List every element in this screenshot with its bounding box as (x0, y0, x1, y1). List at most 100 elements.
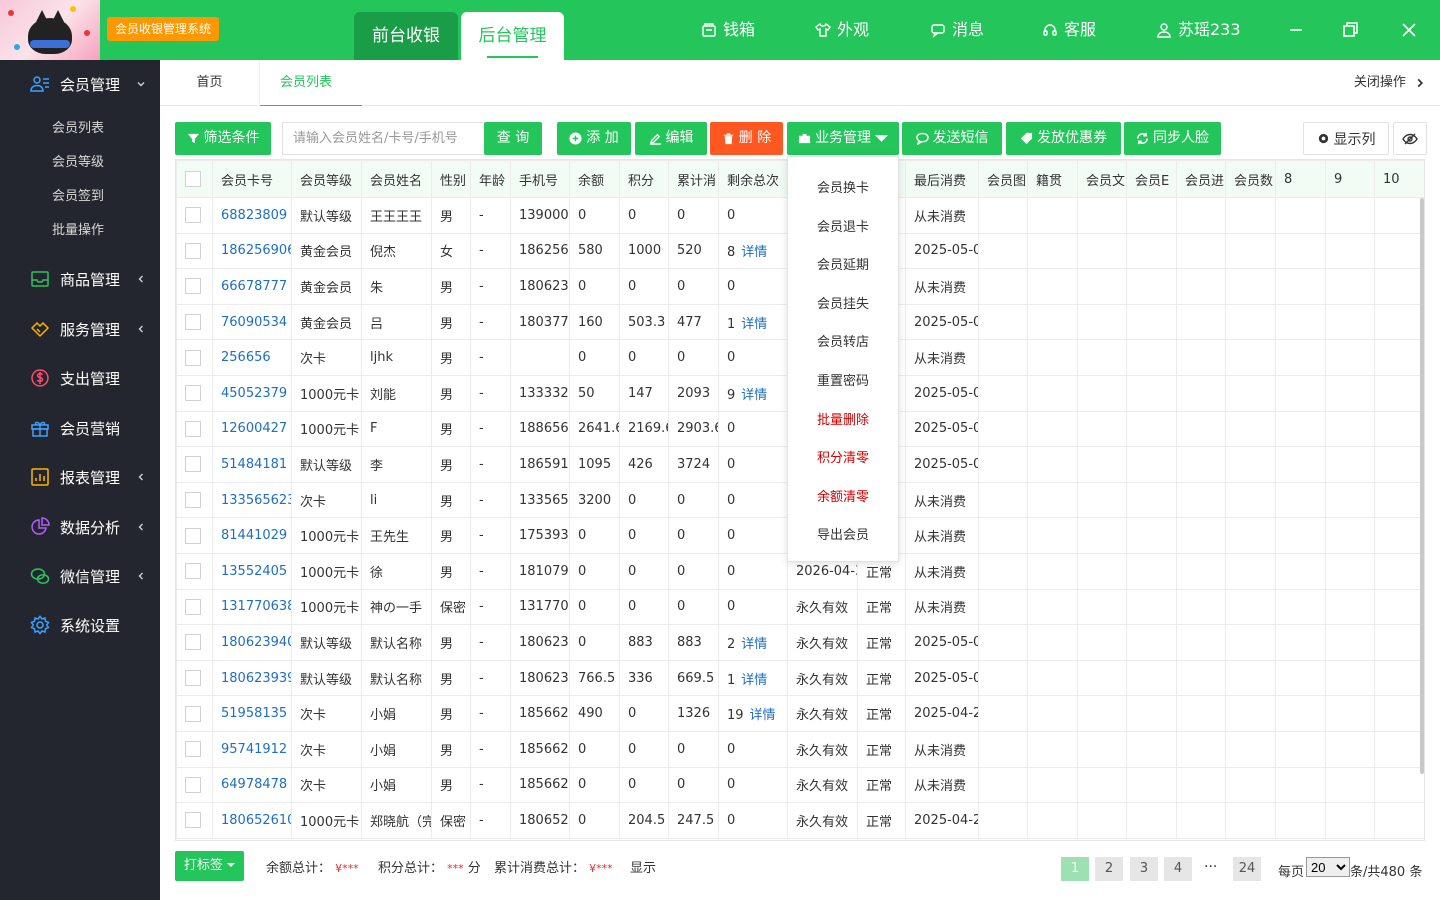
nav-messages[interactable]: 消息 (930, 19, 984, 41)
search-button[interactable]: 查 询 (484, 122, 542, 155)
col-balance[interactable]: 余额 (569, 160, 620, 198)
table-row[interactable]: 64978478 次卡 小娟 男 - 1856626 0 0 0 0 永久有效 正常 从未消费 (176, 766, 1424, 804)
detail-link[interactable]: 详情 (741, 317, 767, 332)
col-9[interactable]: 9 (1325, 160, 1375, 198)
col-name[interactable]: 会员姓名 (361, 160, 432, 198)
row-checkbox[interactable] (176, 695, 213, 732)
sync-face-button[interactable]: 同步人脸 (1124, 122, 1221, 155)
menu-item[interactable]: 会员转店 (788, 331, 898, 350)
col-8[interactable]: 8 (1275, 160, 1326, 198)
row-checkbox[interactable] (176, 730, 213, 768)
col-remaining-times[interactable]: 剩余总次 (718, 160, 788, 198)
sidebar-sub-member-checkin[interactable]: 会员签到 (52, 185, 104, 204)
col-native-place[interactable]: 籍贯 (1027, 160, 1078, 198)
tab-member-list[interactable]: 会员列表✕ (260, 60, 362, 135)
table-row[interactable]: 1806239400 默认等级 默认名称 男 - 1806239 0 883 883 2 详情 永久有… (176, 624, 1424, 661)
close-icon[interactable] (1397, 18, 1421, 42)
col-phone[interactable]: 手机号 (510, 160, 570, 198)
tag-button[interactable]: 打标签 (175, 851, 244, 881)
menu-item[interactable]: 会员延期 (788, 254, 898, 273)
cell-card-no[interactable]: 1862569063 (212, 232, 292, 270)
sidebar-sub-batch-ops[interactable]: 批量操作 (52, 219, 104, 238)
menu-item[interactable]: 会员换卡 (788, 177, 898, 196)
menu-item[interactable]: 余额清零 (788, 486, 898, 505)
col-points[interactable]: 积分 (619, 160, 669, 198)
col-last-consume[interactable]: 最后消费 (905, 160, 979, 198)
cell-card-no[interactable]: 51484181 (212, 446, 292, 483)
row-checkbox[interactable] (176, 410, 213, 448)
menu-item[interactable]: 积分清零 (788, 447, 898, 466)
row-checkbox[interactable] (176, 232, 213, 270)
row-checkbox[interactable] (176, 766, 213, 804)
cell-card-no[interactable]: 256656 (212, 339, 292, 376)
select-all-checkbox[interactable] (176, 160, 213, 198)
col-member-progress[interactable]: 会员进 (1176, 160, 1226, 198)
cell-card-no[interactable]: 1317706388 (212, 588, 292, 626)
cell-card-no[interactable]: 76090534 (212, 303, 292, 341)
restore-icon[interactable] (1338, 18, 1362, 42)
columns-button[interactable]: 显示列 (1303, 122, 1389, 155)
nav-user[interactable]: 苏瑶233 (1156, 19, 1241, 41)
tab-home[interactable]: 首页 (160, 60, 260, 106)
sidebar-item-wechat[interactable]: 微信管理 (0, 556, 160, 596)
table-row[interactable]: 1317706388 1000元卡神の一手 保密- 1317706 0 0 0 0 永久有效 正常… (176, 588, 1424, 626)
table-row[interactable]: 51958135 次卡 小娟 男 - 1856626 490 0 1326 19 详情 永久有效 正常 2… (176, 695, 1424, 732)
col-total-consume[interactable]: 累计消 (668, 160, 719, 198)
col-member-e[interactable]: 会员E (1126, 160, 1177, 198)
sidebar-sub-member-level[interactable]: 会员等级 (52, 151, 104, 170)
sidebar-item-analysis[interactable]: 数据分析 (0, 507, 160, 547)
issue-coupon-button[interactable]: 发放优惠券 (1006, 122, 1121, 155)
edit-button[interactable]: 编辑 (635, 122, 707, 155)
row-checkbox[interactable] (176, 197, 213, 234)
page-last[interactable]: 24 (1233, 857, 1261, 881)
page-4[interactable]: 4 (1164, 857, 1192, 881)
cell-card-no[interactable]: 45052379 (212, 374, 292, 412)
table-row[interactable]: 1806526100 1000元卡郑晓航（完保密- 1806526 0 204.5 247… (176, 802, 1424, 839)
table-row[interactable]: 95741912 次卡 小娟 男 - 1856626 0 0 0 0 永久有效 正常 从未消费 (176, 730, 1424, 768)
sidebar-item-expense[interactable]: 支出管理 (0, 358, 160, 398)
row-checkbox[interactable] (176, 339, 213, 376)
sidebar-item-service[interactable]: 服务管理 (0, 309, 160, 349)
detail-link[interactable]: 详情 (741, 673, 767, 688)
row-checkbox[interactable] (176, 659, 213, 697)
cell-card-no[interactable]: 66678777 (212, 268, 292, 305)
sidebar-sub-member-list[interactable]: 会员列表 (52, 117, 104, 136)
row-checkbox[interactable] (176, 481, 213, 519)
menu-item[interactable]: 批量删除 (788, 409, 898, 428)
minimize-icon[interactable] (1284, 18, 1308, 42)
cell-card-no[interactable]: 95741912 (212, 730, 292, 768)
add-button[interactable]: 添 加 (557, 122, 631, 155)
tab-backend-admin[interactable]: 后台管理 (461, 12, 564, 60)
table-scrollbar[interactable] (1420, 198, 1424, 774)
detail-link[interactable]: 详情 (741, 637, 767, 652)
col-age[interactable]: 年龄 (470, 160, 511, 198)
row-checkbox[interactable] (176, 552, 213, 590)
cell-card-no[interactable]: 81441029 (212, 517, 292, 554)
menu-item[interactable]: 会员挂失 (788, 293, 898, 312)
row-checkbox[interactable] (176, 446, 213, 483)
col-gender[interactable]: 性别 (431, 160, 471, 198)
menu-item[interactable]: 导出会员 (788, 524, 898, 543)
per-page-select[interactable]: 20 (1306, 857, 1350, 877)
sidebar-item-goods[interactable]: 商品管理 (0, 259, 160, 299)
sidebar-item-report[interactable]: 报表管理 (0, 457, 160, 497)
col-level[interactable]: 会员等级 (291, 160, 362, 198)
cell-card-no[interactable]: 12600427 (212, 410, 292, 448)
cell-card-no[interactable]: 1806239396 (212, 659, 292, 697)
row-checkbox[interactable] (176, 268, 213, 305)
page-1[interactable]: 1 (1061, 857, 1089, 881)
row-checkbox[interactable] (176, 588, 213, 626)
nav-appearance[interactable]: 外观 (815, 19, 869, 41)
cell-card-no[interactable]: 1806239400 (212, 624, 292, 661)
col-member-photo[interactable]: 会员图 (978, 160, 1028, 198)
row-checkbox[interactable] (176, 303, 213, 341)
detail-link[interactable]: 详情 (741, 388, 767, 403)
row-checkbox[interactable] (176, 374, 213, 412)
sidebar-item-marketing[interactable]: 会员营销 (0, 408, 160, 448)
nav-support[interactable]: 客服 (1042, 19, 1096, 41)
cell-card-no[interactable]: 64978478 (212, 766, 292, 804)
cell-card-no[interactable]: 51958135 (212, 695, 292, 732)
cell-card-no[interactable]: 13552405 (212, 552, 292, 590)
cell-card-no[interactable]: 1335656232 (212, 481, 292, 519)
nav-cashbox[interactable]: 钱箱 (701, 19, 755, 41)
